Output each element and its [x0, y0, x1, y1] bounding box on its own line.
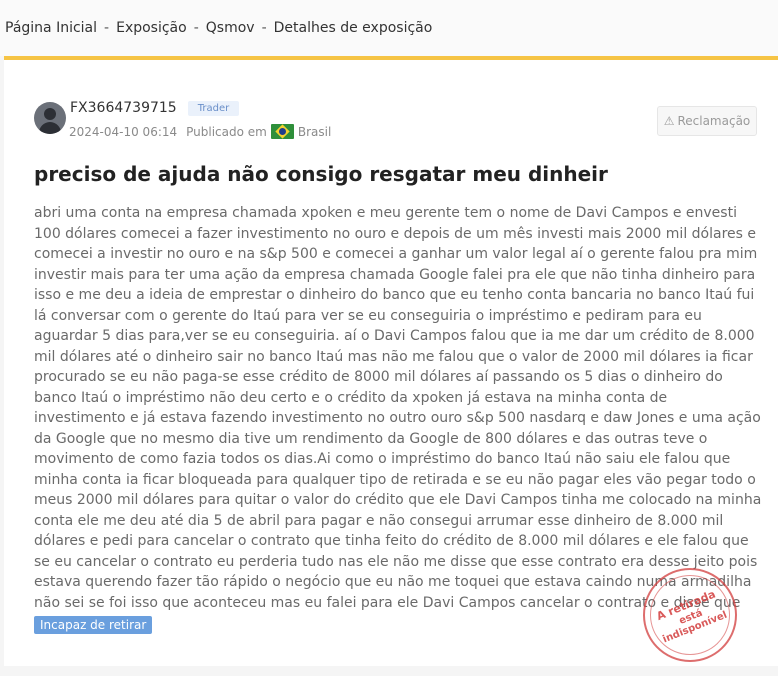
- breadcrumb-exposure[interactable]: Exposição: [116, 20, 187, 36]
- breadcrumb-separator: -: [104, 20, 110, 36]
- breadcrumb-separator: -: [261, 20, 267, 36]
- complaint-label: Reclamação: [677, 114, 751, 128]
- breadcrumb-current: Detalhes de exposição: [273, 20, 433, 36]
- post-meta: 2024-04-10 06:14 Publicado em Brasil: [69, 124, 331, 139]
- user-role-badge: Trader: [187, 100, 240, 116]
- warning-icon: ⚠: [663, 114, 675, 128]
- avatar-body-shape: [39, 122, 61, 134]
- avatar[interactable]: [34, 102, 66, 134]
- breadcrumb-home[interactable]: Página Inicial: [5, 20, 97, 36]
- username[interactable]: FX3664739715: [70, 100, 177, 116]
- breadcrumb: Página Inicial - Exposição - Qsmov - Det…: [0, 0, 778, 56]
- user-line: FX3664739715 Trader: [70, 100, 240, 116]
- post-country: Brasil: [297, 124, 332, 139]
- exposure-detail-card: FX3664739715 Trader 2024-04-10 06:14 Pub…: [4, 56, 778, 676]
- post-title: preciso de ajuda não consigo resgatar me…: [34, 162, 608, 186]
- published-label: Publicado em: [186, 124, 267, 139]
- post-body: abri uma conta na empresa chamada xpoken…: [34, 205, 762, 631]
- brazil-flag-icon: [270, 124, 294, 139]
- breadcrumb-separator: -: [193, 20, 199, 36]
- complaint-button[interactable]: ⚠ Reclamação: [657, 106, 757, 136]
- status-tag[interactable]: Incapaz de retirar: [34, 616, 153, 634]
- post-datetime: 2024-04-10 06:14: [69, 124, 178, 139]
- breadcrumb-broker[interactable]: Qsmov: [206, 20, 255, 36]
- avatar-head-shape: [44, 108, 56, 120]
